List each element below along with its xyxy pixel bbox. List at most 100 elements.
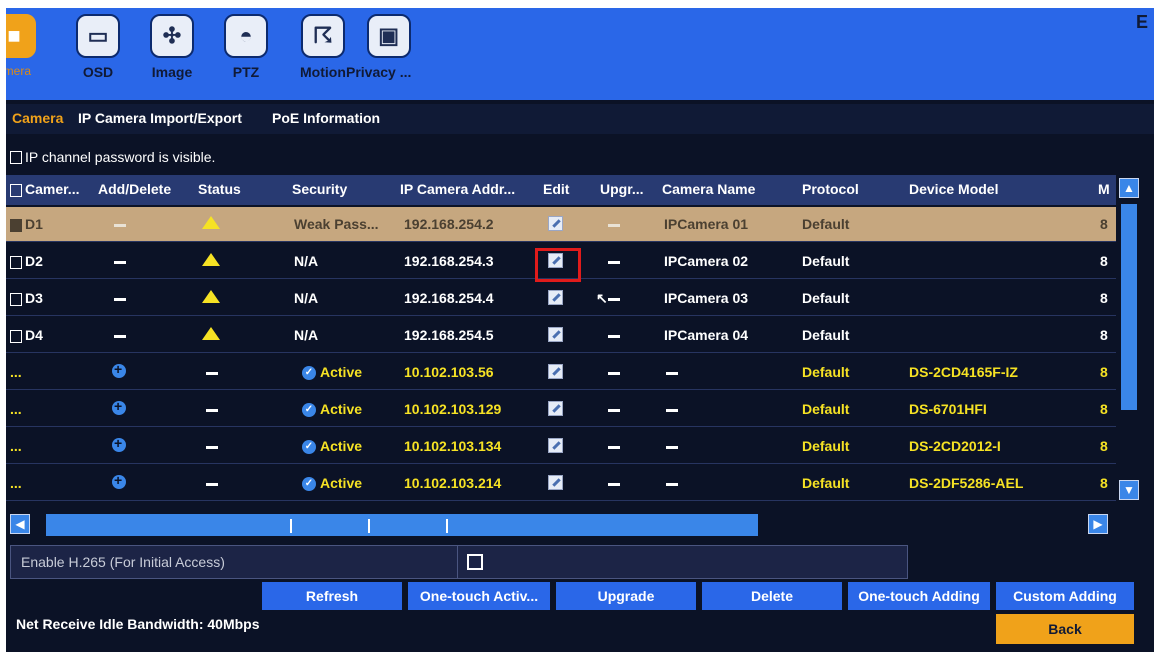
edit-icon[interactable] — [548, 327, 563, 345]
checkbox[interactable] — [10, 329, 22, 343]
toolbar-item-motion[interactable]: ☈ Motion — [300, 14, 346, 80]
checkbox[interactable] — [10, 150, 22, 164]
toolbar-label-image: Image — [151, 64, 193, 80]
exit-icon[interactable]: E — [1136, 12, 1148, 33]
upgrade-control — [608, 475, 620, 491]
status-cell — [206, 438, 218, 454]
camera-management-screen: ■ amera ▭ OSD ✣ Image ◓ PTZ ☈ Motion ▣ P… — [6, 8, 1154, 652]
toolbar-item-camera[interactable]: ■ amera — [6, 14, 36, 78]
checkbox[interactable] — [10, 292, 22, 306]
custom-adding-button[interactable]: Custom Adding — [996, 582, 1134, 610]
table-row[interactable]: D4 N/A 192.168.254.5 IPCamera 04 Default… — [6, 318, 1116, 353]
table-row[interactable]: ... ✓Active 10.102.103.129 Default DS-67… — [6, 392, 1116, 427]
password-visible-label: IP channel password is visible. — [25, 149, 216, 165]
camera-cell: ... — [10, 401, 22, 417]
toolbar-item-privacy[interactable]: ▣ Privacy ... — [346, 14, 411, 80]
edit-icon[interactable] — [548, 438, 563, 456]
checkbox[interactable] — [10, 218, 22, 232]
camera-cell: ... — [10, 364, 22, 380]
scroll-down-icon[interactable]: ▼ — [1119, 480, 1139, 500]
table-row[interactable]: ... ✓Active 10.102.103.214 Default DS-2D… — [6, 466, 1116, 501]
toolbar-item-ptz[interactable]: ◓ PTZ — [224, 14, 268, 80]
checkbox[interactable] — [10, 255, 22, 269]
add-icon[interactable] — [112, 435, 126, 455]
scroll-up-icon[interactable]: ▲ — [1119, 178, 1139, 198]
upgrade-control — [608, 216, 620, 232]
toolbar-item-osd[interactable]: ▭ OSD — [76, 14, 120, 80]
tab-poe-information[interactable]: PoE Information — [272, 110, 380, 126]
ip-cell: 10.102.103.129 — [404, 401, 502, 417]
toolbar-label-camera: amera — [6, 64, 31, 78]
protocol-cell: Default — [802, 253, 850, 269]
security-cell: ✓ Active — [302, 401, 362, 418]
edit-icon[interactable] — [548, 290, 563, 308]
checkbox[interactable] — [10, 183, 22, 197]
camera-name-cell — [666, 438, 678, 454]
ip-cell: 10.102.103.56 — [404, 364, 494, 380]
table-header: Camer... Add/Delete Status Security IP C… — [6, 175, 1116, 205]
monitor-icon: ▭ — [76, 14, 120, 58]
edit-icon[interactable] — [548, 401, 563, 419]
header-upgrade: Upgr... — [600, 181, 644, 197]
scroll-right-icon[interactable]: ▶ — [1088, 514, 1108, 534]
add-icon[interactable] — [112, 398, 126, 418]
scroll-thumb[interactable] — [1121, 204, 1137, 410]
ip-cell: 192.168.254.3 — [404, 253, 494, 269]
upgrade-control — [608, 253, 620, 269]
check-icon: ✓ — [302, 403, 316, 418]
one-touch-adding-button[interactable]: One-touch Adding — [848, 582, 990, 610]
grip-mark — [290, 519, 292, 533]
device-model-cell: DS-6701HFI — [909, 401, 987, 417]
camera-name-cell — [666, 364, 678, 380]
ip-cell: 10.102.103.214 — [404, 475, 502, 491]
vertical-scrollbar[interactable]: ▲ ▼ — [1118, 178, 1140, 500]
table-row[interactable]: ... ✓Active 10.102.103.134 Default DS-2C… — [6, 429, 1116, 464]
upgrade-control — [608, 438, 620, 454]
delete-control[interactable] — [114, 253, 126, 269]
camera-name-cell — [666, 475, 678, 491]
password-visible-checkbox[interactable]: IP channel password is visible. — [10, 149, 215, 165]
m-cell: 8 — [1100, 290, 1108, 306]
back-button[interactable]: Back — [996, 614, 1134, 644]
tab-camera[interactable]: Camera — [12, 110, 63, 126]
add-icon[interactable] — [112, 361, 126, 381]
tab-ip-camera-import-export[interactable]: IP Camera Import/Export — [78, 110, 242, 126]
horizontal-scrollbar[interactable]: ◀ ▶ — [10, 512, 1110, 536]
header-protocol: Protocol — [802, 181, 859, 197]
warning-icon — [202, 327, 220, 343]
delete-control[interactable] — [114, 290, 126, 306]
protocol-cell: Default — [802, 290, 850, 306]
edit-icon[interactable] — [548, 475, 563, 493]
edit-highlight-box — [535, 248, 581, 282]
table-row[interactable]: ... ✓Active 10.102.103.56 Default DS-2CD… — [6, 355, 1116, 390]
one-touch-activate-button[interactable]: One-touch Activ... — [408, 582, 550, 610]
h265-label: Enable H.265 (For Initial Access) — [21, 554, 225, 570]
edit-icon[interactable] — [548, 216, 563, 234]
h265-checkbox[interactable] — [467, 554, 483, 570]
edit-icon[interactable] — [548, 364, 563, 382]
m-cell: 8 — [1100, 438, 1108, 454]
header-select-all[interactable]: Camer... — [10, 181, 79, 197]
camera-name-cell: IPCamera 03 — [664, 290, 749, 306]
camera-name-cell: IPCamera 02 — [664, 253, 749, 269]
add-icon[interactable] — [112, 472, 126, 492]
camera-cell: D3 — [10, 290, 43, 306]
header-edit: Edit — [543, 181, 570, 197]
upgrade-button[interactable]: Upgrade — [556, 582, 696, 610]
sub-tab-bar: Camera IP Camera Import/Export PoE Infor… — [6, 104, 1154, 134]
table-row[interactable]: D3 N/A 192.168.254.4 ↖ IPCamera 03 Defau… — [6, 281, 1116, 316]
delete-control[interactable] — [114, 216, 126, 232]
table-row[interactable]: D1 Weak Pass... 192.168.254.2 IPCamera 0… — [6, 207, 1116, 242]
header-add-delete: Add/Delete — [98, 181, 172, 197]
security-cell: ✓ Active — [302, 364, 362, 381]
delete-control[interactable] — [114, 327, 126, 343]
scroll-thumb[interactable] — [46, 514, 758, 536]
scroll-left-icon[interactable]: ◀ — [10, 514, 30, 534]
camera-cell: D4 — [10, 327, 43, 343]
camera-cell: D2 — [10, 253, 43, 269]
security-cell: Weak Pass... — [294, 216, 379, 232]
refresh-button[interactable]: Refresh — [262, 582, 402, 610]
delete-button[interactable]: Delete — [702, 582, 842, 610]
check-icon: ✓ — [302, 440, 316, 455]
toolbar-item-image[interactable]: ✣ Image — [150, 14, 194, 80]
